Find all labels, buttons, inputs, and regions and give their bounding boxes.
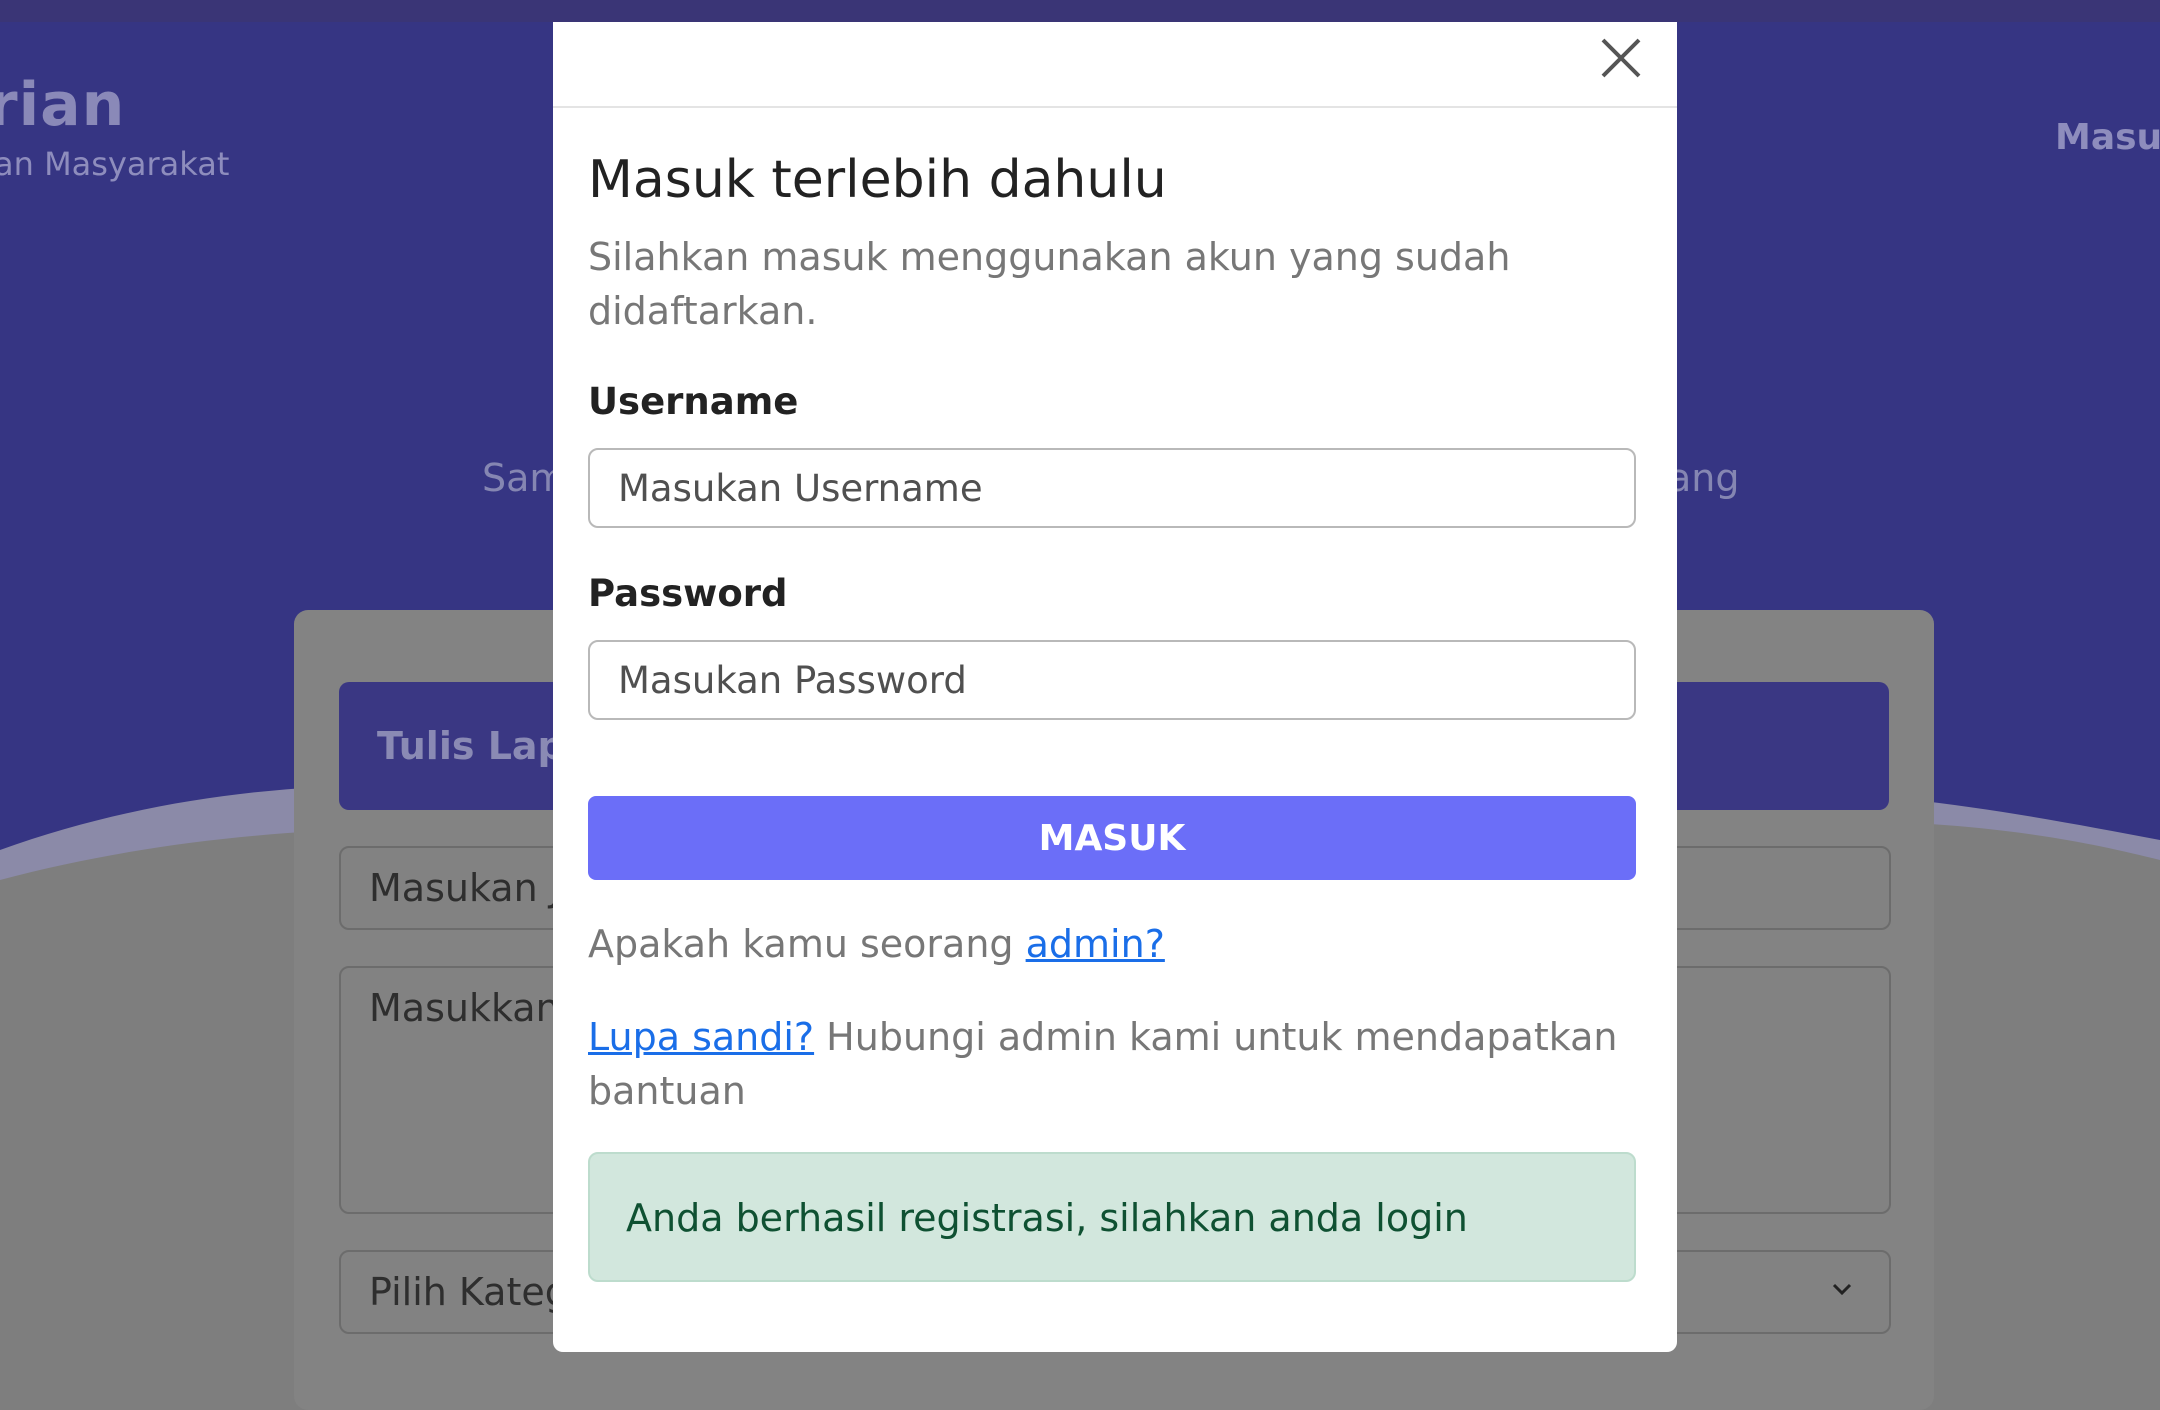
modal-header [553,22,1677,108]
modal-description: Silahkan masuk menggunakan akun yang sud… [588,235,1511,333]
admin-prompt: Apakah kamu seorang admin? [588,922,1165,966]
password-label: Password [588,572,788,615]
admin-prompt-text: Apakah kamu seorang [588,922,1026,966]
username-label: Username [588,380,799,423]
username-field [588,448,1636,528]
login-button[interactable]: MASUK [588,796,1636,880]
password-field [588,640,1636,720]
category-select-value: Pilih Kateg [369,1270,569,1314]
admin-link[interactable]: admin? [1026,922,1165,966]
hero-text-right: ang [1668,456,1740,500]
close-icon[interactable] [1593,30,1649,86]
password-input[interactable] [590,642,1634,718]
brand-subtitle: an Masyarakat [0,145,230,183]
report-title-placeholder: Masukan J [369,866,561,910]
forgot-password-link[interactable]: Lupa sandi? [588,1015,814,1059]
modal-title: Masuk terlebih dahulu [588,150,1167,210]
nav-login-link[interactable]: Masuk [2055,117,2160,158]
forgot-password-note: Lupa sandi? Hubungi admin kami untuk men… [588,1010,1618,1118]
brand-title: rian [0,70,126,140]
success-alert-text: Anda berhasil registrasi, silahkan anda … [626,1196,1468,1240]
report-content-placeholder: Masukkan [369,986,560,1030]
login-modal: Masuk terlebih dahulu Silahkan masuk men… [553,22,1677,1352]
username-input[interactable] [590,450,1634,526]
success-alert: Anda berhasil registrasi, silahkan anda … [588,1152,1636,1282]
chevron-down-icon [1832,1283,1852,1296]
